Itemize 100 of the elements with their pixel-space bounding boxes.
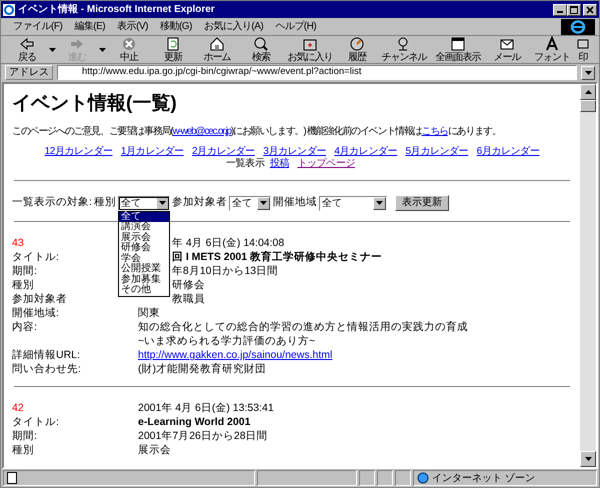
address-label: アドレス <box>5 65 53 80</box>
field-label: 問い合わせ先: <box>12 363 81 375</box>
field-value: 2001年 4月 6日(金) 13:53:41 <box>138 402 274 414</box>
toolbar-button[interactable]: 履歴 <box>337 36 377 63</box>
stop-icon <box>121 36 137 52</box>
dropdown-option[interactable]: その他 <box>118 285 169 296</box>
toolbar-button[interactable]: 中止 <box>107 36 151 63</box>
event-number: 42 <box>12 402 24 414</box>
field-value: 展示会 <box>138 444 171 456</box>
url-link[interactable]: http://www.gakken.co.jp/sainou/news.html <box>138 349 332 361</box>
up-arrow-icon <box>584 90 592 94</box>
ie-logo-icon <box>561 18 595 34</box>
scroll-up-button[interactable] <box>580 84 596 100</box>
window-title: イベント情報 - Microsoft Internet Explorer <box>18 2 215 17</box>
text-link[interactable]: こちら <box>421 126 448 137</box>
field-label: 内容: <box>12 321 37 333</box>
browser-icon <box>3 4 15 16</box>
dropdown-option[interactable]: 研修会 <box>118 243 169 254</box>
close-button[interactable] <box>583 4 597 16</box>
fullscreen-icon <box>450 36 466 52</box>
calendar-link[interactable]: 2月カレンダー <box>192 146 255 157</box>
address-field[interactable]: http://www.edu.ipa.go.jp/cgi-bin/cgiwrap/~www/event.pl?action=list <box>57 65 577 80</box>
toolbar-button[interactable]: 戻る <box>7 36 47 63</box>
notice-text: このページへのご意見、ご要望は事務局(w-web@cec.or.jp)にお願いします。) 機能強化前のイベント情報はこちらにあります。 <box>12 126 502 138</box>
nav-link[interactable]: 投稿 <box>270 158 289 169</box>
field-label: 参加対象者 <box>12 293 67 305</box>
filter-label: 一覧表示の対象: <box>12 195 92 210</box>
current-page-label: 一覧表示 <box>226 158 264 169</box>
down-arrow-icon <box>584 457 592 461</box>
globe-icon <box>417 472 429 484</box>
select-label: 参加対象者 <box>172 195 227 210</box>
field-label: タイトル: <box>12 416 59 428</box>
refresh-icon <box>165 36 181 52</box>
field-label: 期間: <box>12 265 37 277</box>
field-label: 種別 <box>12 444 34 456</box>
menu-item[interactable]: 編集(E) <box>68 19 112 34</box>
dropdown-option[interactable]: 学会 <box>118 254 169 264</box>
field-label: 詳細情報URL: <box>12 349 80 361</box>
calendar-link[interactable]: 12月カレンダー <box>44 146 112 157</box>
dropdown-option[interactable]: 公開授業 <box>118 264 169 274</box>
field-value: 研修会 <box>172 279 205 291</box>
text-link[interactable]: w-web@cec.or.jp <box>172 126 231 137</box>
toolbar-button[interactable]: フォント <box>529 36 575 63</box>
page-heading: イベント情報(一覧) <box>12 92 178 116</box>
field-value: 2001年7月26日から28日間 <box>138 430 268 442</box>
field-value: 教職員 <box>172 293 205 305</box>
zone-label: インターネット ゾーン <box>432 472 535 486</box>
dropdown-button[interactable] <box>581 66 595 80</box>
toolbar-button[interactable]: お気に入り <box>283 36 337 63</box>
toolbar-button[interactable]: メール <box>485 36 529 63</box>
menu-item[interactable]: ヘルプ(H) <box>269 19 322 34</box>
toolbar-button[interactable]: チャンネル <box>377 36 431 63</box>
back-arrow-icon <box>19 36 35 52</box>
select-label: 種別 <box>94 195 116 210</box>
toolbar-button[interactable]: 印 <box>575 36 591 63</box>
close-icon <box>586 6 594 14</box>
select-field[interactable]: 全て <box>228 196 271 210</box>
caret-icon <box>48 48 56 52</box>
toolbar-button[interactable]: 全画面表示 <box>431 36 485 63</box>
dropdown-option[interactable]: 講演会 <box>118 222 169 232</box>
field-value: 回 I METS 2001 教育工学研修中央セミナー <box>172 251 382 263</box>
minimize-button[interactable] <box>553 4 567 16</box>
nav-link[interactable]: トップページ <box>297 158 355 169</box>
event-number: 43 <box>12 237 24 249</box>
update-button[interactable]: 表示更新 <box>394 195 449 211</box>
menu-item[interactable]: 表示(V) <box>111 19 154 34</box>
scroll-thumb[interactable] <box>580 100 596 112</box>
dropdown-button[interactable] <box>47 48 57 52</box>
forward-arrow-icon <box>69 36 85 52</box>
page-icon <box>7 472 17 484</box>
search-icon <box>253 36 269 52</box>
dropdown-option[interactable]: 展示会 <box>118 232 169 243</box>
calendar-link[interactable]: 4月カレンダー <box>334 146 398 157</box>
caret-icon <box>98 48 106 52</box>
toolbar-button[interactable]: ホーム <box>195 36 239 63</box>
caret-icon <box>584 70 592 74</box>
calendar-link[interactable]: 3月カレンダー <box>263 146 326 157</box>
maximize-button[interactable] <box>567 4 581 16</box>
field-label: 種別 <box>12 279 34 291</box>
select-field[interactable]: 全て <box>318 196 387 210</box>
select-field[interactable]: 全て <box>118 196 170 210</box>
calendar-link[interactable]: 1月カレンダー <box>120 146 184 157</box>
field-value: 年 4月 6日(金) 14:04:08 <box>172 237 284 249</box>
field-value: 関東 <box>138 307 160 319</box>
toolbar-button[interactable]: 検索 <box>239 36 283 63</box>
field-value: (財)才能開発教育研究財団 <box>138 363 266 375</box>
font-icon <box>544 36 560 52</box>
dropdown-option[interactable]: 参加募集 <box>118 274 169 285</box>
menu-item[interactable]: お気に入り(A) <box>198 19 270 34</box>
caret-icon <box>158 201 166 205</box>
toolbar-button[interactable]: 更新 <box>151 36 195 63</box>
menu-item[interactable]: 移動(G) <box>154 19 198 34</box>
dropdown-option[interactable]: 全て <box>118 212 169 222</box>
calendar-link[interactable]: 5月カレンダー <box>406 146 468 157</box>
menu-item[interactable]: ファイル(F) <box>7 19 68 34</box>
calendar-link[interactable]: 6月カレンダー <box>476 146 540 157</box>
field-value: 年8月10日から13日間 <box>172 265 278 277</box>
scroll-down-button[interactable] <box>580 451 596 467</box>
maximize-icon <box>570 6 578 14</box>
select-label: 開催地域 <box>272 195 317 210</box>
